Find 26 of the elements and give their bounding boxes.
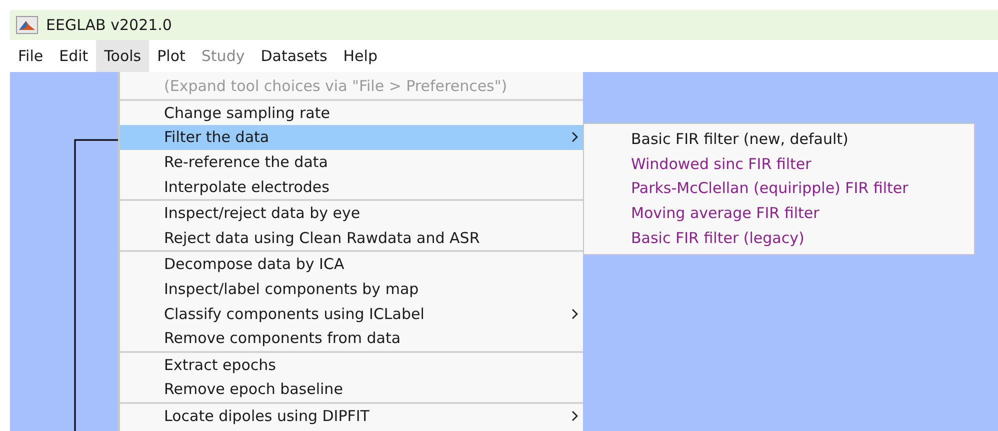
menu-item[interactable]: Remove components from data <box>120 326 583 351</box>
menu-item[interactable]: Remove epoch baseline <box>120 377 583 402</box>
menu-item[interactable]: Datasets <box>252 40 336 72</box>
menu-item[interactable]: Help <box>335 40 386 72</box>
menu-item[interactable]: Edit <box>51 40 96 72</box>
menu-item[interactable]: Classify components using ICLabel <box>120 301 583 326</box>
menu-item[interactable]: Interpolate electrodes <box>120 174 583 199</box>
menu-item[interactable]: Inspect/reject data by eye <box>120 200 583 226</box>
menu-item[interactable]: Basic FIR filter (new, default) <box>584 127 974 152</box>
menu-item[interactable]: File <box>10 40 52 72</box>
window-title: EEGLAB v2021.0 <box>46 16 172 34</box>
menu-item[interactable]: Reject data using Clean Rawdata and ASR <box>120 226 583 250</box>
menu-item[interactable]: Parks-McClellan (equiripple) FIR filter <box>584 176 974 201</box>
menu-item[interactable]: Inspect/label components by map <box>120 276 583 302</box>
menu-item[interactable]: Decompose data by ICA <box>120 252 583 277</box>
menu-item[interactable]: Locate dipoles using DIPFIT <box>120 404 583 428</box>
menu-item[interactable]: Change sampling rate <box>120 100 583 126</box>
menu-item[interactable]: Extract epochs <box>120 352 583 378</box>
menu-item[interactable]: Tools <box>96 40 150 72</box>
menu-item[interactable]: Plot <box>149 40 194 72</box>
menu-item[interactable]: Moving average FIR filter <box>584 200 974 226</box>
menu-item[interactable]: Filter the data <box>120 125 583 150</box>
app-logo-icon <box>16 16 38 34</box>
menu-item[interactable]: Windowed sinc FIR filter <box>584 152 974 176</box>
menu-item[interactable]: Re-reference the data <box>120 150 583 174</box>
menu-item[interactable]: Basic FIR filter (legacy) <box>584 225 974 250</box>
